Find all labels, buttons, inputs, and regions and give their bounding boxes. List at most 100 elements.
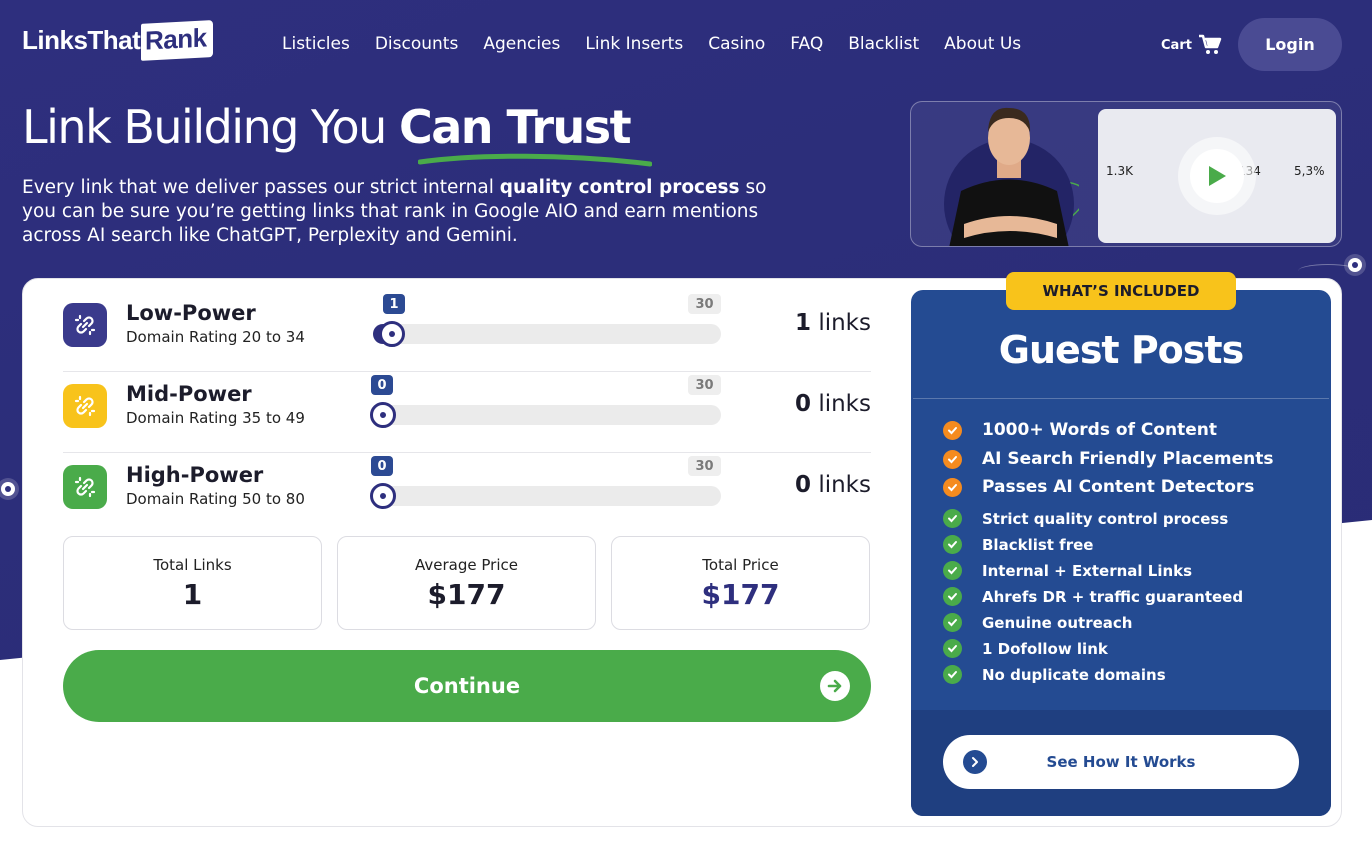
check-icon [943, 561, 962, 580]
tier-name: High-Power [126, 463, 264, 487]
total-links-box: Total Links 1 [63, 536, 322, 630]
panel-divider [913, 398, 1329, 399]
hero-subtitle: Every link that we deliver passes our st… [22, 176, 782, 248]
highlight-label: AI Search Friendly Placements [982, 449, 1274, 469]
feature-label: Genuine outreach [982, 613, 1133, 632]
feature-item: Ahrefs DR + traffic guaranteed [943, 587, 1243, 606]
cart-button[interactable]: Cart [1161, 34, 1222, 56]
page-title: Link Building You Can Trust [22, 100, 632, 154]
highlight-item: Passes AI Content Detectors [943, 477, 1254, 497]
tier-link-count: 0 links [795, 472, 871, 498]
count-unit: links [811, 472, 871, 498]
play-icon [1209, 166, 1226, 186]
tier-link-count: 0 links [795, 391, 871, 417]
check-badge-icon [943, 449, 962, 469]
count-value: 0 [795, 391, 812, 417]
slider-max-label: 30 [688, 294, 721, 314]
tier-slider[interactable] [373, 321, 721, 347]
dashboard-stat: 5,3% [1294, 164, 1325, 178]
slider-handle[interactable] [370, 483, 396, 509]
see-how-it-works-label: See How It Works [1046, 753, 1196, 771]
check-icon [943, 639, 962, 658]
check-icon [943, 509, 962, 528]
chevron-right-icon [963, 750, 987, 774]
highlight-label: 1000+ Words of Content [982, 420, 1218, 440]
nav-link-casino[interactable]: Casino [708, 34, 765, 54]
feature-item: Blacklist free [943, 535, 1093, 554]
feature-label: Internal + External Links [982, 561, 1193, 580]
total-links-label: Total Links [153, 556, 232, 574]
see-how-it-works-button[interactable]: See How It Works [943, 735, 1299, 789]
total-price-box: Total Price $177 [611, 536, 870, 630]
tier-slider[interactable] [370, 402, 721, 428]
highlight-label: Passes AI Content Detectors [982, 477, 1255, 497]
nav-link-link-inserts[interactable]: Link Inserts [585, 34, 683, 54]
feature-item: 1 Dofollow link [943, 639, 1108, 658]
cart-label: Cart [1161, 37, 1192, 53]
feature-label: No duplicate domains [982, 665, 1166, 684]
continue-label: Continue [413, 674, 521, 698]
average-price-box: Average Price $177 [337, 536, 596, 630]
count-value: 1 [795, 310, 812, 336]
total-price-label: Total Price [702, 556, 779, 574]
total-links-value: 1 [182, 578, 203, 611]
tier-row-low-power: Low-Power Domain Rating 20 to 34 1 30 1 … [63, 291, 871, 372]
nav-link-discounts[interactable]: Discounts [375, 34, 459, 54]
check-icon [943, 535, 962, 554]
link-icon [63, 303, 107, 347]
login-button[interactable]: Login [1238, 18, 1342, 71]
check-badge-icon [943, 420, 962, 440]
link-icon [63, 384, 107, 428]
tier-range: Domain Rating 50 to 80 [126, 490, 305, 508]
subtitle-text: Every link that we deliver passes our st… [22, 177, 500, 198]
total-price-value: $177 [701, 578, 780, 611]
continue-button[interactable]: Continue [63, 650, 871, 722]
video-preview[interactable]: 1.3K 134 5,3% [910, 101, 1342, 247]
decorative-dot [1348, 258, 1362, 272]
main-menu: Listicles Discounts Agencies Link Insert… [282, 34, 1021, 54]
slider-max-label: 30 [688, 375, 721, 395]
tier-row-mid-power: Mid-Power Domain Rating 35 to 49 0 30 0 … [63, 372, 871, 453]
slider-value-bubble: 1 [383, 294, 405, 314]
check-icon [943, 665, 962, 684]
slider-value-bubble: 0 [371, 456, 393, 476]
logo-text: LinksThat [22, 25, 141, 55]
nav-link-listicles[interactable]: Listicles [282, 34, 350, 54]
link-icon [63, 465, 107, 509]
slider-handle[interactable] [379, 321, 405, 347]
decorative-dot [1, 482, 15, 496]
slider-handle[interactable] [370, 402, 396, 428]
average-price-label: Average Price [415, 556, 518, 574]
tier-range: Domain Rating 20 to 34 [126, 328, 305, 346]
average-price-value: $177 [427, 578, 506, 611]
tier-link-count: 1 links [795, 310, 871, 336]
tier-row-high-power: High-Power Domain Rating 50 to 80 0 30 0… [63, 453, 871, 534]
arrow-right-icon [820, 671, 850, 701]
slider-value-bubble: 0 [371, 375, 393, 395]
nav-link-about-us[interactable]: About Us [944, 34, 1021, 54]
feature-item: Internal + External Links [943, 561, 1192, 580]
site-logo[interactable]: LinksThat Rank [22, 20, 213, 61]
presenter-photo [944, 107, 1079, 246]
feature-label: Blacklist free [982, 535, 1094, 554]
check-badge-icon [943, 477, 962, 497]
nav-link-agencies[interactable]: Agencies [483, 34, 560, 54]
whats-included-panel: Guest Posts 1000+ Words of Content AI Se… [911, 290, 1331, 816]
tier-slider[interactable] [370, 483, 721, 509]
feature-item: Genuine outreach [943, 613, 1132, 632]
play-button[interactable] [1178, 137, 1256, 215]
count-value: 0 [795, 472, 812, 498]
highlight-item: 1000+ Words of Content [943, 420, 1217, 440]
count-unit: links [811, 310, 871, 336]
whats-included-badge: WHAT’S INCLUDED [1006, 272, 1236, 310]
cart-icon [1198, 34, 1222, 54]
nav-link-blacklist[interactable]: Blacklist [848, 34, 919, 54]
subtitle-bold: quality control process [499, 177, 740, 198]
title-bold: Can Trust [398, 100, 632, 154]
feature-item: Strict quality control process [943, 509, 1228, 528]
slider-max-label: 30 [688, 456, 721, 476]
nav-link-faq[interactable]: FAQ [790, 34, 823, 54]
count-unit: links [811, 391, 871, 417]
check-icon [943, 613, 962, 632]
top-navigation: LinksThat Rank Listicles Discounts Agenci… [0, 0, 1372, 90]
